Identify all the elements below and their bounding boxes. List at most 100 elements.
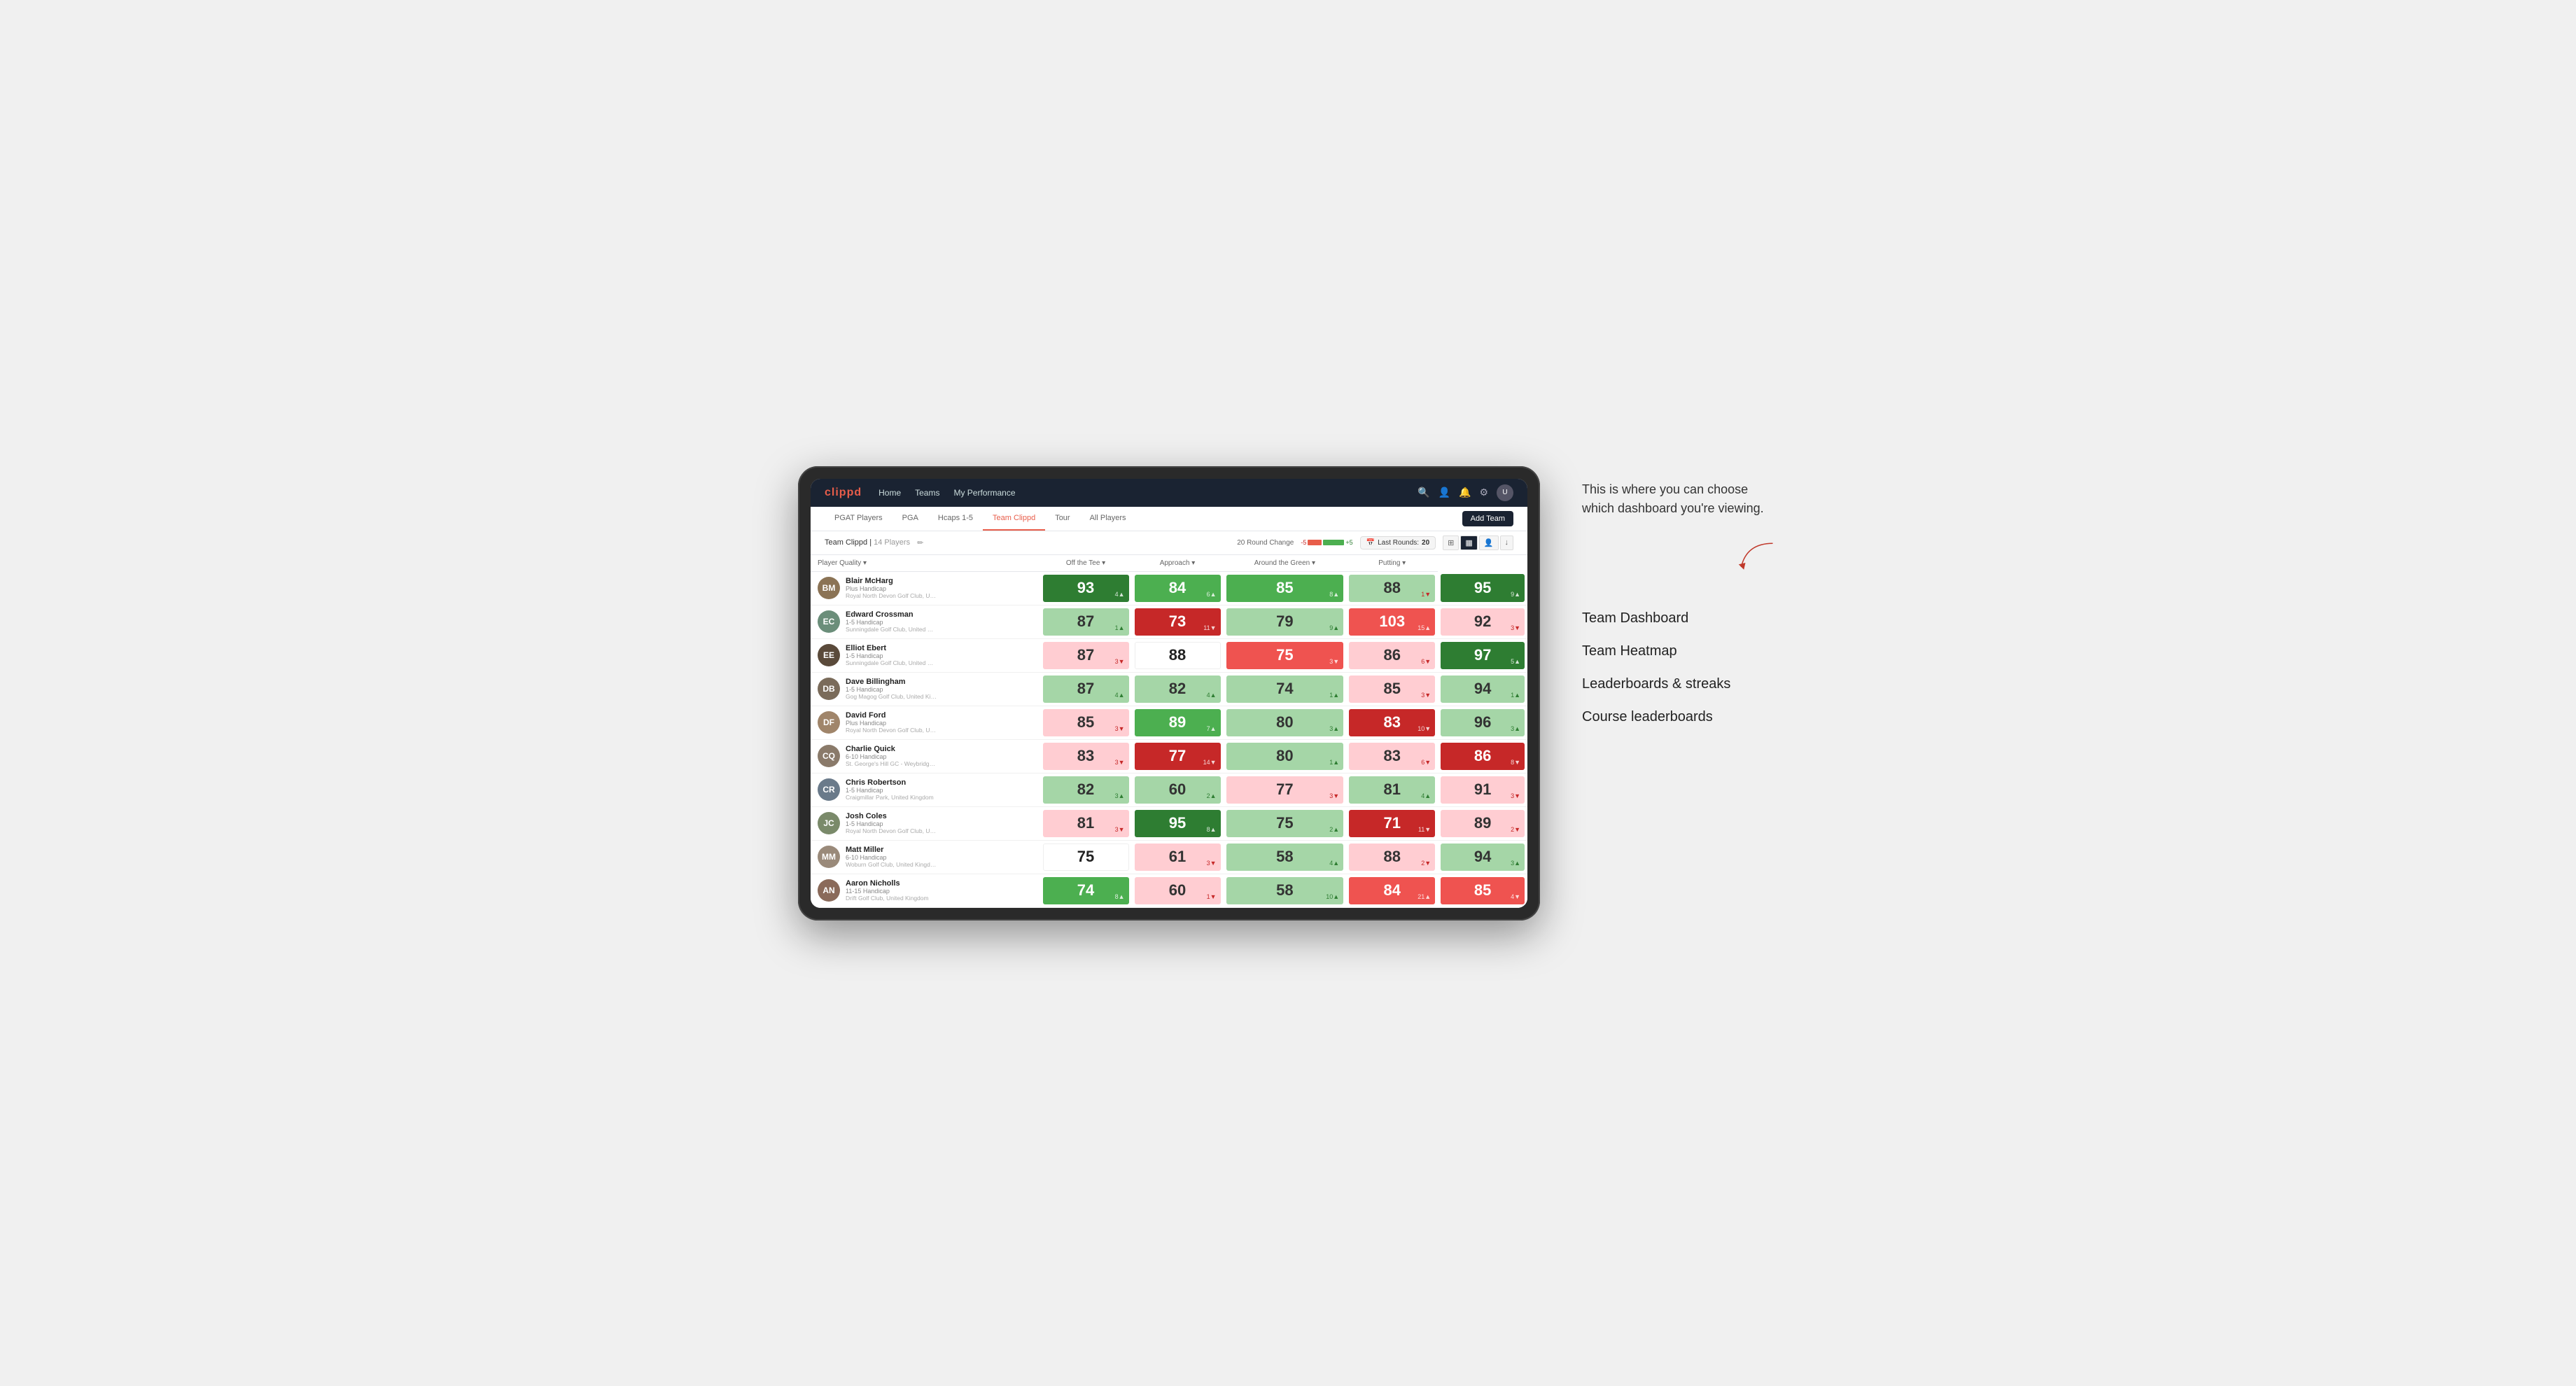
view-grid-button[interactable]: ⊞	[1443, 536, 1459, 550]
score-delta: 15▲	[1418, 624, 1431, 631]
score-cell-quality: 75	[1040, 840, 1132, 874]
score-delta: 9▲	[1329, 624, 1339, 631]
player-club: Woburn Golf Club, United Kingdom	[846, 861, 937, 868]
table-row[interactable]: JC Josh Coles 1-5 Handicap Royal North D…	[811, 806, 1527, 840]
score-value: 60	[1169, 881, 1186, 899]
table-row[interactable]: EE Elliot Ebert 1-5 Handicap Sunningdale…	[811, 638, 1527, 672]
table-row[interactable]: CQ Charlie Quick 6-10 Handicap St. Georg…	[811, 739, 1527, 773]
score-cell-quality: 93 4▲	[1040, 571, 1132, 605]
score-cell-tee: 61 3▼	[1132, 840, 1224, 874]
nav-link-performance[interactable]: My Performance	[953, 485, 1015, 500]
table-row[interactable]: MM Matt Miller 6-10 Handicap Woburn Golf…	[811, 840, 1527, 874]
tab-team-clippd[interactable]: Team Clippd	[983, 507, 1045, 531]
score-value: 88	[1169, 646, 1186, 664]
tab-hcaps[interactable]: Hcaps 1-5	[928, 507, 983, 531]
score-value: 91	[1474, 780, 1491, 799]
score-value: 74	[1276, 680, 1293, 698]
menu-item-course[interactable]: Course leaderboards	[1582, 701, 1778, 734]
score-value: 103	[1379, 612, 1405, 631]
score-box: 74 1▲	[1226, 676, 1344, 703]
score-cell-putting: 94 1▲	[1438, 672, 1527, 706]
col-header-putting[interactable]: Putting ▾	[1346, 555, 1438, 572]
menu-item-heatmap[interactable]: Team Heatmap	[1582, 635, 1778, 668]
bar-negative	[1308, 540, 1322, 545]
table-row[interactable]: DF David Ford Plus Handicap Royal North …	[811, 706, 1527, 739]
score-value: 58	[1276, 881, 1293, 899]
score-box: 89 7▲	[1135, 709, 1221, 736]
table-row[interactable]: BM Blair McHarg Plus Handicap Royal Nort…	[811, 571, 1527, 605]
score-cell-quality: 81 3▼	[1040, 806, 1132, 840]
nav-link-teams[interactable]: Teams	[915, 485, 939, 500]
player-handicap: 1-5 Handicap	[846, 787, 934, 794]
table-row[interactable]: CR Chris Robertson 1-5 Handicap Craigmil…	[811, 773, 1527, 806]
avatar[interactable]: U	[1497, 484, 1513, 501]
score-value: 74	[1077, 881, 1094, 899]
view-card-button[interactable]: 👤	[1479, 536, 1499, 550]
score-value: 80	[1276, 713, 1293, 732]
score-delta: 3▲	[1511, 725, 1520, 732]
table-row[interactable]: DB Dave Billingham 1-5 Handicap Gog Mago…	[811, 672, 1527, 706]
col-header-tee[interactable]: Off the Tee ▾	[1040, 555, 1132, 572]
last-rounds-button[interactable]: 📅 Last Rounds: 20	[1360, 536, 1436, 550]
score-delta: 4▲	[1329, 860, 1339, 867]
score-cell-approach: 77 3▼	[1224, 773, 1347, 806]
search-icon[interactable]: 🔍	[1418, 486, 1429, 498]
player-avatar: AN	[818, 879, 840, 902]
nav-link-home[interactable]: Home	[878, 485, 901, 500]
player-name: Aaron Nicholls	[846, 879, 929, 888]
player-table: Player Quality ▾ Off the Tee ▾ Approach …	[811, 555, 1527, 908]
person-icon[interactable]: 👤	[1438, 486, 1450, 498]
player-name: Josh Coles	[846, 812, 937, 820]
score-value: 61	[1169, 848, 1186, 866]
player-cell: JC Josh Coles 1-5 Handicap Royal North D…	[811, 808, 1040, 839]
table-row[interactable]: EC Edward Crossman 1-5 Handicap Sunningd…	[811, 605, 1527, 638]
score-delta: 2▼	[1421, 860, 1431, 867]
bar-positive	[1323, 540, 1344, 545]
logo[interactable]: clippd	[825, 486, 862, 499]
score-delta: 1▲	[1329, 759, 1339, 766]
col-header-green[interactable]: Around the Green ▾	[1224, 555, 1347, 572]
score-cell-tee: 60 1▼	[1132, 874, 1224, 907]
table-row[interactable]: AN Aaron Nicholls 11-15 Handicap Drift G…	[811, 874, 1527, 907]
add-team-button[interactable]: Add Team	[1462, 511, 1513, 526]
score-value: 58	[1276, 848, 1293, 866]
score-box: 84 6▲	[1135, 575, 1221, 602]
view-download-button[interactable]: ↓	[1500, 536, 1514, 550]
score-cell-putting: 86 8▼	[1438, 739, 1527, 773]
annotation-arrow	[1582, 539, 1778, 574]
menu-item-leaderboards[interactable]: Leaderboards & streaks	[1582, 668, 1778, 701]
score-value: 75	[1077, 848, 1094, 866]
view-table-button[interactable]: ▦	[1460, 536, 1477, 550]
col-header-approach[interactable]: Approach ▾	[1132, 555, 1224, 572]
score-delta: 3▼	[1329, 792, 1339, 799]
settings-icon[interactable]: ⚙	[1479, 486, 1488, 498]
edit-icon[interactable]: ✏	[917, 538, 923, 547]
score-value: 75	[1276, 646, 1293, 664]
tablet-screen: clippd Home Teams My Performance 🔍 👤 🔔 ⚙…	[811, 479, 1527, 908]
score-box: 88 2▼	[1349, 844, 1435, 871]
score-cell-green: 83 10▼	[1346, 706, 1438, 739]
score-delta: 8▲	[1115, 893, 1125, 900]
score-delta: 8▲	[1207, 826, 1217, 833]
player-club: Royal North Devon Golf Club, United King…	[846, 592, 937, 599]
score-delta: 3▼	[1511, 792, 1520, 799]
tab-tour[interactable]: Tour	[1045, 507, 1079, 531]
last-rounds-label: Last Rounds:	[1378, 539, 1419, 547]
tab-pga[interactable]: PGA	[892, 507, 928, 531]
score-cell-green: 103 15▲	[1346, 605, 1438, 638]
score-box: 80 1▲	[1226, 743, 1344, 770]
score-delta: 3▼	[1115, 658, 1125, 665]
tab-pgat[interactable]: PGAT Players	[825, 507, 892, 531]
score-cell-green: 81 4▲	[1346, 773, 1438, 806]
page-wrapper: clippd Home Teams My Performance 🔍 👤 🔔 ⚙…	[798, 466, 1778, 920]
score-delta: 1▲	[1511, 692, 1520, 699]
score-cell-quality: 74 8▲	[1040, 874, 1132, 907]
score-value: 73	[1169, 612, 1186, 631]
score-value: 85	[1276, 579, 1293, 597]
menu-item-dashboard[interactable]: Team Dashboard	[1582, 602, 1778, 635]
player-cell: BM Blair McHarg Plus Handicap Royal Nort…	[811, 573, 1040, 603]
team-info-bar: Team Clippd | 14 Players ✏ 20 Round Chan…	[811, 531, 1527, 555]
bell-icon[interactable]: 🔔	[1459, 486, 1471, 498]
tab-all-players[interactable]: All Players	[1080, 507, 1136, 531]
player-avatar: EE	[818, 644, 840, 666]
